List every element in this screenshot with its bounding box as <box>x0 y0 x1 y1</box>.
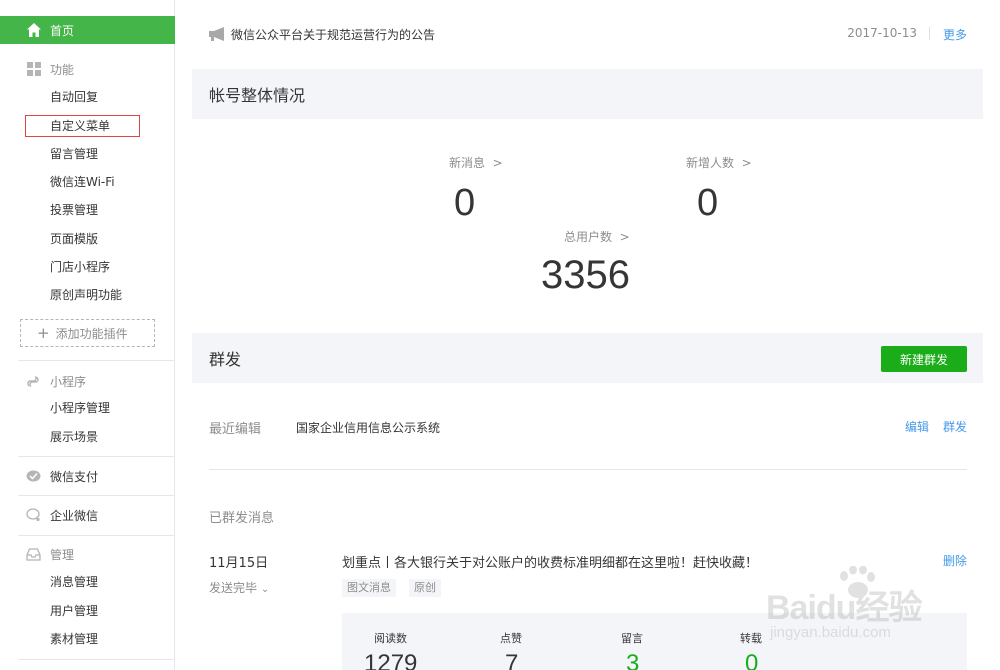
broadcast-header: 群发 <box>192 333 983 383</box>
recent-edit-title[interactable]: 国家企业信用信息公示系统 <box>296 419 440 436</box>
add-plugin-label: 添加功能插件 <box>55 326 128 341</box>
section-manage-label: 管理 <box>50 547 75 562</box>
sidebar: 首页 功能 自动回复 自定义菜单 留言管理 微信连Wi-Fi 投票管理 页面模版… <box>0 0 175 670</box>
app-root: 首页 功能 自动回复 自定义菜单 留言管理 微信连Wi-Fi 投票管理 页面模版… <box>0 0 1000 670</box>
section-miniprogram-label: 小程序 <box>50 374 87 389</box>
sidebar-divider <box>18 360 175 361</box>
sidebar-item-auto-reply[interactable]: 自动回复 <box>50 88 98 106</box>
sidebar-item-page-template[interactable]: 页面模版 <box>50 230 98 248</box>
sidebar-item-material-manage[interactable]: 素材管理 <box>50 630 98 648</box>
chevron-right-icon: > <box>488 156 503 170</box>
sidebar-item-user-manage[interactable]: 用户管理 <box>50 602 98 620</box>
likes-label: 点赞 <box>500 632 522 645</box>
sidebar-item-wechat-pay[interactable]: 微信支付 <box>0 466 175 486</box>
sidebar-section-functions: 功能 <box>0 59 175 79</box>
message-stats-box: 阅读数 1279 点赞 7 留言 3 转载 0 <box>342 613 967 670</box>
chevron-right-icon: > <box>737 156 752 170</box>
main-content: 微信公众平台关于规范运营行为的公告 2017-10-13 更多 帐号整体情况 新… <box>192 0 983 670</box>
enterprise-wechat-label: 企业微信 <box>50 508 99 523</box>
reads-value: 1279 <box>364 650 418 670</box>
sidebar-item-custom-menu[interactable]: 自定义菜单 <box>25 115 140 137</box>
sidebar-section-manage: 管理 <box>0 544 175 564</box>
new-users-link[interactable]: 新增人数 > <box>686 154 752 171</box>
notice-separator <box>929 27 930 40</box>
grid-icon <box>26 62 41 77</box>
sidebar-divider <box>18 495 175 496</box>
add-plugin-button[interactable]: + 添加功能插件 <box>20 319 155 347</box>
account-overview-title: 帐号整体情况 <box>209 86 306 105</box>
account-overview-header: 帐号整体情况 <box>192 69 983 119</box>
sidebar-item-wifi[interactable]: 微信连Wi-Fi <box>50 173 115 191</box>
new-messages-value: 0 <box>454 182 476 224</box>
plus-icon: + <box>37 324 50 342</box>
recent-edit-label: 最近编辑 <box>209 422 262 437</box>
total-users-label: 总用户数 <box>564 230 613 244</box>
sidebar-item-home[interactable]: 首页 <box>0 16 175 44</box>
wechat-pay-label: 微信支付 <box>50 469 99 484</box>
sidebar-item-enterprise-wechat[interactable]: 企业微信 <box>0 505 175 525</box>
total-users-value: 3356 <box>541 253 630 297</box>
megaphone-icon <box>209 27 224 41</box>
section-divider <box>209 469 967 470</box>
new-messages-label: 新消息 <box>449 156 486 170</box>
sidebar-section-miniprogram: 小程序 <box>0 371 175 391</box>
tag-article: 图文消息 <box>342 579 396 597</box>
sidebar-item-miniprogram-manage[interactable]: 小程序管理 <box>50 399 110 417</box>
home-icon <box>27 23 41 37</box>
sidebar-divider <box>18 535 175 536</box>
section-functions-label: 功能 <box>50 62 75 77</box>
sidebar-item-store-miniprogram[interactable]: 门店小程序 <box>50 258 110 276</box>
comments-label: 留言 <box>621 632 643 645</box>
wechat-pay-icon <box>26 469 41 484</box>
tag-original: 原创 <box>409 579 441 597</box>
notice-more-link[interactable]: 更多 <box>943 26 967 43</box>
delete-link[interactable]: 删除 <box>943 552 967 569</box>
miniprogram-icon <box>26 374 41 389</box>
sidebar-item-display-scene[interactable]: 展示场景 <box>50 428 98 446</box>
new-broadcast-button[interactable]: 新建群发 <box>881 346 967 372</box>
notice-date: 2017-10-13 <box>847 26 917 40</box>
edit-link[interactable]: 编辑 <box>905 418 929 435</box>
send-link[interactable]: 群发 <box>943 418 967 435</box>
notice-bar: 微信公众平台关于规范运营行为的公告 2017-10-13 更多 <box>192 0 983 68</box>
broadcast-title: 群发 <box>209 350 242 369</box>
chevron-down-icon: ⌄ <box>260 584 270 595</box>
total-users-link[interactable]: 总用户数 > <box>564 228 630 245</box>
message-date: 11月15日 <box>209 556 269 571</box>
sidebar-item-original[interactable]: 原创声明功能 <box>50 286 122 304</box>
sent-messages-label: 已群发消息 <box>209 511 275 526</box>
inbox-icon <box>26 547 41 562</box>
send-status-dropdown[interactable]: 发送完毕 ⌄ <box>209 579 269 596</box>
shares-value: 0 <box>745 650 759 670</box>
comments-value: 3 <box>626 650 640 670</box>
sidebar-item-message-manage[interactable]: 消息管理 <box>50 573 98 591</box>
sidebar-item-vote[interactable]: 投票管理 <box>50 201 98 219</box>
chevron-right-icon: > <box>615 230 630 244</box>
sidebar-divider <box>18 659 175 660</box>
reads-label: 阅读数 <box>374 632 407 645</box>
sidebar-item-comments[interactable]: 留言管理 <box>50 145 98 163</box>
shares-label: 转载 <box>740 632 762 645</box>
new-users-label: 新增人数 <box>686 156 735 170</box>
notice-title-link[interactable]: 微信公众平台关于规范运营行为的公告 <box>231 26 435 43</box>
likes-value: 7 <box>505 650 519 670</box>
message-title-link[interactable]: 划重点丨各大银行关于对公账户的收费标准明细都在这里啦！赶快收藏！ <box>342 552 758 571</box>
send-status-label: 发送完毕 <box>209 581 258 595</box>
sidebar-home-label: 首页 <box>50 23 75 38</box>
enterprise-wechat-icon <box>26 508 41 523</box>
new-messages-link[interactable]: 新消息 > <box>449 154 503 171</box>
new-users-value: 0 <box>697 182 719 224</box>
sidebar-divider <box>18 456 175 457</box>
